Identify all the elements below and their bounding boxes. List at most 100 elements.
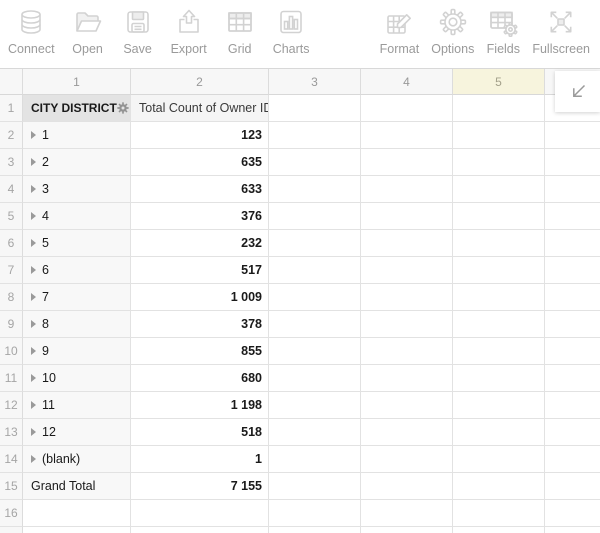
value-cell[interactable]: 7 155 xyxy=(131,473,269,500)
expand-triangle-icon[interactable] xyxy=(31,293,36,301)
empty-cell[interactable] xyxy=(361,230,453,257)
toolbar-item-options[interactable]: Options xyxy=(431,5,474,56)
empty-cell[interactable] xyxy=(269,473,361,500)
member-cell[interactable]: 8 xyxy=(23,311,131,338)
empty-cell[interactable] xyxy=(269,446,361,473)
column-header[interactable]: 1 xyxy=(23,69,131,95)
expand-triangle-icon[interactable] xyxy=(31,158,36,166)
empty-cell[interactable] xyxy=(453,392,545,419)
empty-cell[interactable] xyxy=(269,527,361,533)
row-number[interactable]: 10 xyxy=(0,338,23,365)
column-header[interactable]: 4 xyxy=(361,69,453,95)
row-number[interactable]: 11 xyxy=(0,365,23,392)
row-number[interactable]: 1 xyxy=(0,95,23,122)
row-field-header-cell[interactable]: CITY DISTRICT xyxy=(23,95,131,122)
empty-cell[interactable] xyxy=(545,257,600,284)
empty-cell[interactable] xyxy=(269,311,361,338)
empty-cell[interactable] xyxy=(545,500,600,527)
empty-cell[interactable] xyxy=(269,338,361,365)
toolbar-item-export[interactable]: Export xyxy=(171,5,207,56)
member-cell[interactable]: 5 xyxy=(23,230,131,257)
expand-triangle-icon[interactable] xyxy=(31,131,36,139)
empty-cell[interactable] xyxy=(361,203,453,230)
empty-cell[interactable] xyxy=(545,176,600,203)
empty-cell[interactable] xyxy=(361,527,453,533)
empty-cell[interactable] xyxy=(453,527,545,533)
empty-cell[interactable] xyxy=(23,527,131,533)
empty-cell[interactable] xyxy=(269,419,361,446)
row-number[interactable]: 7 xyxy=(0,257,23,284)
member-cell[interactable]: 11 xyxy=(23,392,131,419)
empty-cell[interactable] xyxy=(453,311,545,338)
member-cell[interactable]: 2 xyxy=(23,149,131,176)
empty-cell[interactable] xyxy=(453,95,545,122)
value-cell[interactable]: 633 xyxy=(131,176,269,203)
empty-cell[interactable] xyxy=(269,176,361,203)
empty-cell[interactable] xyxy=(453,500,545,527)
row-number[interactable]: 8 xyxy=(0,284,23,311)
empty-cell[interactable] xyxy=(453,473,545,500)
row-number[interactable]: 16 xyxy=(0,500,23,527)
row-number[interactable]: 5 xyxy=(0,203,23,230)
value-cell[interactable]: 1 xyxy=(131,446,269,473)
empty-cell[interactable] xyxy=(269,203,361,230)
row-number[interactable]: 3 xyxy=(0,149,23,176)
empty-cell[interactable] xyxy=(361,284,453,311)
empty-cell[interactable] xyxy=(269,149,361,176)
value-cell[interactable]: 635 xyxy=(131,149,269,176)
empty-cell[interactable] xyxy=(361,500,453,527)
column-header-highlighted[interactable]: 5 xyxy=(453,69,545,95)
empty-cell[interactable] xyxy=(269,365,361,392)
empty-cell[interactable] xyxy=(131,527,269,533)
toolbar-item-fullscreen[interactable]: Fullscreen xyxy=(532,5,590,56)
empty-cell[interactable] xyxy=(269,392,361,419)
empty-cell[interactable] xyxy=(545,284,600,311)
empty-cell[interactable] xyxy=(453,338,545,365)
expand-triangle-icon[interactable] xyxy=(31,185,36,193)
empty-cell[interactable] xyxy=(545,446,600,473)
expand-triangle-icon[interactable] xyxy=(31,347,36,355)
value-cell[interactable]: 517 xyxy=(131,257,269,284)
row-number[interactable]: 15 xyxy=(0,473,23,500)
empty-cell[interactable] xyxy=(361,446,453,473)
row-number[interactable]: 17 xyxy=(0,527,23,533)
empty-cell[interactable] xyxy=(453,365,545,392)
column-header[interactable]: 3 xyxy=(269,69,361,95)
empty-cell[interactable] xyxy=(361,257,453,284)
empty-cell[interactable] xyxy=(453,446,545,473)
member-cell[interactable]: 10 xyxy=(23,365,131,392)
empty-cell[interactable] xyxy=(361,122,453,149)
row-number[interactable]: 14 xyxy=(0,446,23,473)
empty-cell[interactable] xyxy=(453,284,545,311)
empty-cell[interactable] xyxy=(545,149,600,176)
empty-cell[interactable] xyxy=(361,338,453,365)
toolbar-item-format[interactable]: Format xyxy=(380,5,419,56)
empty-cell[interactable] xyxy=(361,311,453,338)
empty-cell[interactable] xyxy=(361,149,453,176)
expand-triangle-icon[interactable] xyxy=(31,212,36,220)
row-number[interactable]: 4 xyxy=(0,176,23,203)
empty-cell[interactable] xyxy=(361,365,453,392)
corner-cell[interactable] xyxy=(0,69,23,95)
value-cell[interactable]: 232 xyxy=(131,230,269,257)
member-cell[interactable]: 4 xyxy=(23,203,131,230)
member-cell[interactable]: 1 xyxy=(23,122,131,149)
empty-cell[interactable] xyxy=(269,122,361,149)
value-cell[interactable]: 376 xyxy=(131,203,269,230)
member-cell[interactable]: Grand Total xyxy=(23,473,131,500)
measure-header-cell[interactable]: Total Count of Owner ID xyxy=(131,95,269,122)
expand-triangle-icon[interactable] xyxy=(31,320,36,328)
toolbar-item-grid[interactable]: Grid xyxy=(223,5,257,56)
toolbar-item-connect[interactable]: Connect xyxy=(8,5,55,56)
empty-cell[interactable] xyxy=(361,176,453,203)
column-header[interactable]: 2 xyxy=(131,69,269,95)
empty-cell[interactable] xyxy=(361,392,453,419)
empty-cell[interactable] xyxy=(361,473,453,500)
toolbar-item-charts[interactable]: Charts xyxy=(273,5,310,56)
member-cell[interactable]: 9 xyxy=(23,338,131,365)
value-cell[interactable]: 855 xyxy=(131,338,269,365)
empty-cell[interactable] xyxy=(269,284,361,311)
empty-cell[interactable] xyxy=(453,203,545,230)
empty-cell[interactable] xyxy=(545,203,600,230)
empty-cell[interactable] xyxy=(269,95,361,122)
